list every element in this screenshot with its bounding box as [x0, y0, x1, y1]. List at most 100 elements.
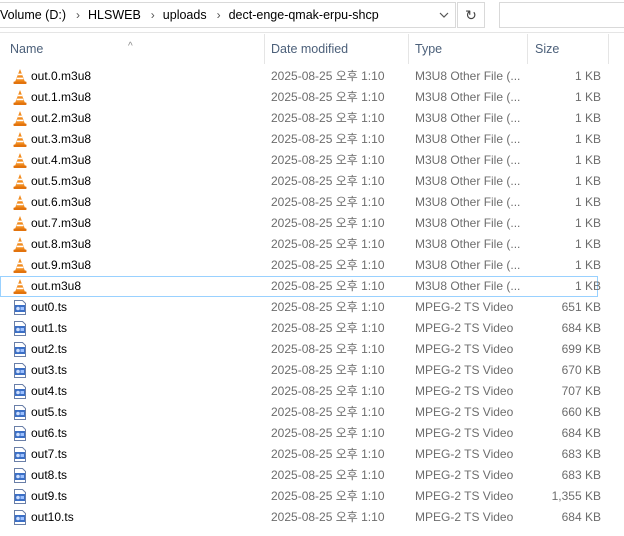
- chevron-right-icon[interactable]: ›: [68, 8, 88, 22]
- file-type: MPEG-2 TS Video: [415, 342, 514, 356]
- breadcrumb-hlsweb[interactable]: HLSWEB: [88, 8, 143, 22]
- file-name: out.0.m3u8: [31, 69, 92, 83]
- video-file-icon: [12, 488, 28, 505]
- file-name: out.7.m3u8: [31, 216, 92, 230]
- chevron-right-icon[interactable]: ›: [209, 8, 229, 22]
- file-size: 1 KB: [574, 90, 601, 104]
- column-header-size-label: Size: [535, 42, 560, 56]
- file-row[interactable]: out.m3u8 2025-08-25 오후 1:10 M3U8 Other Fil…: [0, 276, 601, 297]
- file-size: 1 KB: [574, 195, 601, 209]
- column-header-date[interactable]: Date modified: [265, 34, 409, 64]
- vlc-cone-icon: [12, 215, 28, 232]
- file-name: out4.ts: [31, 384, 68, 398]
- file-type: M3U8 Other File (...: [415, 237, 521, 251]
- file-date-modified: 2025-08-25 오후 1:10: [271, 153, 385, 167]
- file-name: out.8.m3u8: [31, 237, 92, 251]
- file-row[interactable]: out.7.m3u8 2025-08-25 오후 1:10 M3U8 Other F…: [0, 213, 624, 234]
- file-type: M3U8 Other File (...: [415, 195, 521, 209]
- file-date-modified: 2025-08-25 오후 1:10: [271, 447, 385, 461]
- file-row[interactable]: out.2.m3u8 2025-08-25 오후 1:10 M3U8 Other F…: [0, 108, 624, 129]
- file-date-modified: 2025-08-25 오후 1:10: [271, 510, 385, 524]
- file-date-modified: 2025-08-25 오후 1:10: [271, 405, 385, 419]
- file-type: MPEG-2 TS Video: [415, 489, 514, 503]
- sort-ascending-icon: ^: [128, 41, 133, 52]
- file-type: MPEG-2 TS Video: [415, 468, 514, 482]
- file-date-modified: 2025-08-25 오후 1:10: [271, 384, 385, 398]
- column-header-type-label: Type: [415, 42, 443, 56]
- file-date-modified: 2025-08-25 오후 1:10: [271, 90, 385, 104]
- file-date-modified: 2025-08-25 오후 1:10: [271, 174, 385, 188]
- refresh-button[interactable]: ↻: [457, 2, 485, 28]
- vlc-cone-icon: [12, 131, 28, 148]
- file-name: out8.ts: [31, 468, 68, 482]
- file-row[interactable]: out.4.m3u8 2025-08-25 오후 1:10 M3U8 Other F…: [0, 150, 624, 171]
- video-file-icon: [12, 341, 28, 358]
- chevron-down-icon: [439, 12, 449, 18]
- breadcrumb-current-folder[interactable]: dect-enge-qmak-erpu-shcp: [229, 8, 381, 22]
- file-size: 1 KB: [574, 153, 601, 167]
- column-header-row: Name ^ Date modified Type Size: [0, 34, 624, 64]
- file-size: 1 KB: [574, 258, 601, 272]
- address-breadcrumb[interactable]: Volume (D:) › HLSWEB › uploads › dect-en…: [0, 2, 456, 28]
- vlc-cone-icon: [12, 194, 28, 211]
- file-date-modified: 2025-08-25 오후 1:10: [271, 111, 385, 125]
- vlc-cone-icon: [12, 89, 28, 106]
- video-file-icon: [12, 425, 28, 442]
- column-header-name[interactable]: Name ^: [0, 34, 265, 64]
- address-dropdown-button[interactable]: [432, 2, 456, 28]
- file-date-modified: 2025-08-25 오후 1:10: [271, 216, 385, 230]
- file-row[interactable]: out4.ts 2025-08-25 오후 1:10 MPEG-2 TS Video…: [0, 381, 624, 402]
- video-file-icon: [12, 446, 28, 463]
- file-row[interactable]: out3.ts 2025-08-25 오후 1:10 MPEG-2 TS Video…: [0, 360, 624, 381]
- file-row[interactable]: out.8.m3u8 2025-08-25 오후 1:10 M3U8 Other F…: [0, 234, 624, 255]
- file-size: 651 KB: [561, 300, 601, 314]
- file-row[interactable]: out9.ts 2025-08-25 오후 1:10 MPEG-2 TS Video…: [0, 486, 624, 507]
- column-header-size[interactable]: Size: [528, 34, 609, 64]
- file-size: 670 KB: [561, 363, 601, 377]
- file-type: MPEG-2 TS Video: [415, 405, 514, 419]
- search-input[interactable]: [499, 2, 624, 28]
- file-name: out0.ts: [31, 300, 68, 314]
- vlc-cone-icon: [12, 173, 28, 190]
- file-row[interactable]: out5.ts 2025-08-25 오후 1:10 MPEG-2 TS Video…: [0, 402, 624, 423]
- file-row[interactable]: out6.ts 2025-08-25 오후 1:10 MPEG-2 TS Video…: [0, 423, 624, 444]
- file-row[interactable]: out0.ts 2025-08-25 오후 1:10 MPEG-2 TS Video…: [0, 297, 624, 318]
- file-type: MPEG-2 TS Video: [415, 384, 514, 398]
- file-size: 684 KB: [561, 510, 601, 524]
- file-list: out.0.m3u8 2025-08-25 오후 1:10 M3U8 Other F…: [0, 66, 624, 528]
- file-name: out9.ts: [31, 489, 68, 503]
- file-row[interactable]: out7.ts 2025-08-25 오후 1:10 MPEG-2 TS Video…: [0, 444, 624, 465]
- file-row[interactable]: out2.ts 2025-08-25 오후 1:10 MPEG-2 TS Video…: [0, 339, 624, 360]
- file-row[interactable]: out.9.m3u8 2025-08-25 오후 1:10 M3U8 Other F…: [0, 255, 624, 276]
- file-row[interactable]: out.3.m3u8 2025-08-25 오후 1:10 M3U8 Other F…: [0, 129, 624, 150]
- file-date-modified: 2025-08-25 오후 1:10: [271, 279, 385, 293]
- file-date-modified: 2025-08-25 오후 1:10: [271, 258, 385, 272]
- video-file-icon: [12, 467, 28, 484]
- vlc-cone-icon: [12, 110, 28, 127]
- file-size: 1,355 KB: [551, 489, 601, 503]
- file-name: out.2.m3u8: [31, 111, 92, 125]
- breadcrumb-volume[interactable]: Volume (D:): [0, 8, 68, 22]
- file-name: out2.ts: [31, 342, 68, 356]
- file-type: M3U8 Other File (...: [415, 90, 521, 104]
- video-file-icon: [12, 509, 28, 526]
- file-name: out1.ts: [31, 321, 68, 335]
- column-header-type[interactable]: Type: [409, 34, 528, 64]
- file-type: MPEG-2 TS Video: [415, 447, 514, 461]
- file-row[interactable]: out1.ts 2025-08-25 오후 1:10 MPEG-2 TS Video…: [0, 318, 624, 339]
- file-row[interactable]: out10.ts 2025-08-25 오후 1:10 MPEG-2 TS Vide…: [0, 507, 624, 528]
- video-file-icon: [12, 320, 28, 337]
- file-size: 1 KB: [574, 237, 601, 251]
- breadcrumb-uploads[interactable]: uploads: [163, 8, 209, 22]
- file-row[interactable]: out.6.m3u8 2025-08-25 오후 1:10 M3U8 Other F…: [0, 192, 624, 213]
- file-date-modified: 2025-08-25 오후 1:10: [271, 342, 385, 356]
- chevron-right-icon[interactable]: ›: [143, 8, 163, 22]
- file-row[interactable]: out.5.m3u8 2025-08-25 오후 1:10 M3U8 Other F…: [0, 171, 624, 192]
- file-date-modified: 2025-08-25 오후 1:10: [271, 69, 385, 83]
- file-name: out.m3u8: [31, 279, 82, 293]
- file-row[interactable]: out.0.m3u8 2025-08-25 오후 1:10 M3U8 Other F…: [0, 66, 624, 87]
- file-size: 707 KB: [561, 384, 601, 398]
- file-date-modified: 2025-08-25 오후 1:10: [271, 237, 385, 251]
- file-row[interactable]: out.1.m3u8 2025-08-25 오후 1:10 M3U8 Other F…: [0, 87, 624, 108]
- file-row[interactable]: out8.ts 2025-08-25 오후 1:10 MPEG-2 TS Video…: [0, 465, 624, 486]
